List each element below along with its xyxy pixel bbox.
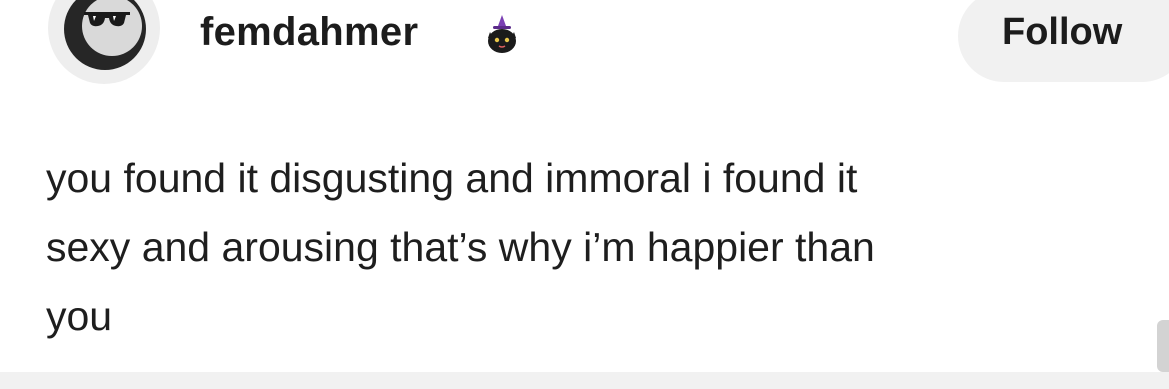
username[interactable]: femdahmer <box>200 8 418 56</box>
bottom-divider <box>0 372 1169 389</box>
post-text-line: sexy and arousing that’s why i’m happier… <box>46 224 875 270</box>
post-card: femdahmer Follow you found it disgusting… <box>0 0 1169 389</box>
follow-button-label: Follow <box>1002 11 1123 53</box>
post-text-line: you found it disgusting and immoral i fo… <box>46 155 858 201</box>
sunglasses-icon <box>84 12 130 27</box>
post-header: femdahmer Follow <box>0 0 1169 100</box>
witch-cat-badge-icon <box>488 15 516 53</box>
post-body: you found it disgusting and immoral i fo… <box>46 144 1126 351</box>
avatar-face <box>82 0 142 56</box>
scrollbar-handle[interactable] <box>1157 320 1169 372</box>
post-text-line: you <box>46 293 113 339</box>
